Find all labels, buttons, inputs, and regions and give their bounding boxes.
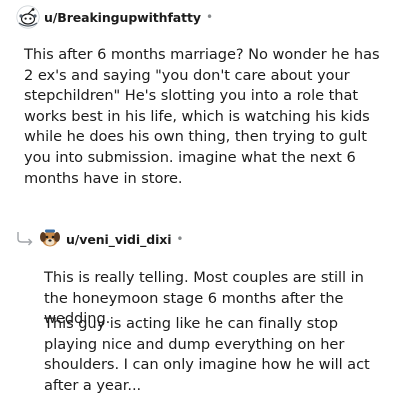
dog-avatar-icon[interactable] — [38, 227, 62, 251]
separator-dot: • — [176, 232, 184, 246]
reply-paragraph: This guy is acting like he can finally s… — [44, 315, 370, 394]
comment-author[interactable]: u/Breakingupwithfatty — [44, 10, 201, 25]
reply-arrow-icon — [16, 231, 36, 247]
reply-header: u/veni_vidi_dixi • — [16, 227, 184, 251]
comment-header: u/Breakingupwithfatty • — [16, 5, 213, 29]
separator-dot: • — [205, 10, 214, 24]
reply-author[interactable]: u/veni_vidi_dixi — [66, 232, 172, 247]
comment-body: This after 6 months marriage? No wonder … — [24, 46, 380, 187]
snoo-avatar-icon[interactable] — [16, 5, 40, 29]
